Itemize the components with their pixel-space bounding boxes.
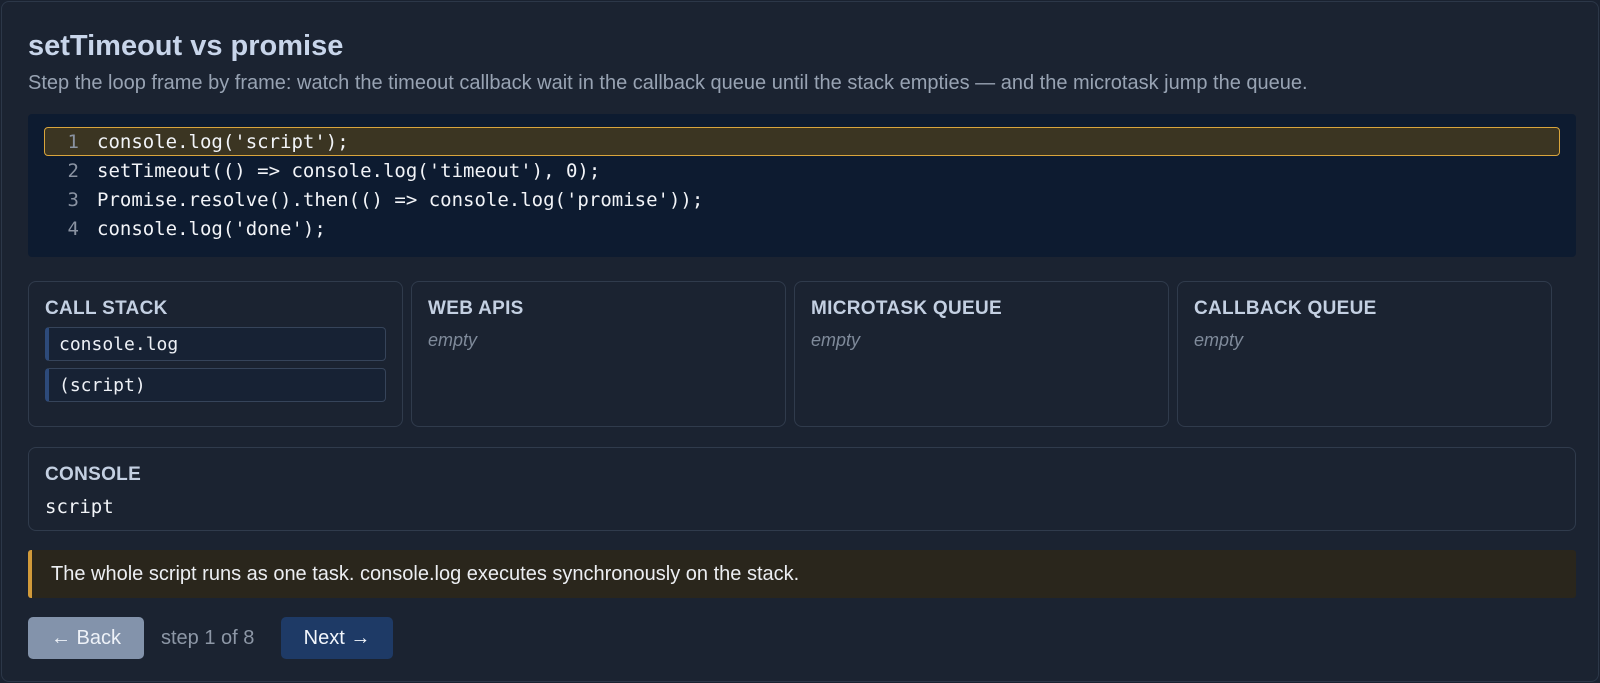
callback-queue-empty: empty — [1194, 330, 1244, 350]
web-apis-empty: empty — [428, 330, 478, 350]
next-button[interactable]: Next → — [281, 617, 393, 659]
back-button[interactable]: ← Back — [28, 617, 144, 659]
call-stack-title: CALL STACK — [45, 298, 168, 319]
stack-frame: console.log — [45, 327, 386, 361]
microtask-queue-title: MICROTASK QUEUE — [811, 298, 1002, 319]
line-code: console.log('script'); — [97, 130, 349, 153]
code-line-1: 1 console.log('script'); — [44, 127, 1560, 156]
console-panel: CONSOLE script — [28, 447, 1576, 531]
code-block: 1 console.log('script'); 2 setTimeout(()… — [28, 114, 1576, 257]
code-line-2: 2 setTimeout(() => console.log('timeout'… — [44, 156, 1560, 185]
step-explanation: The whole script runs as one task. conso… — [28, 550, 1576, 598]
web-apis-title: WEB APIS — [428, 298, 524, 319]
microtask-queue-panel: MICROTASK QUEUE empty — [794, 281, 1169, 427]
line-number: 3 — [67, 188, 79, 211]
line-code: setTimeout(() => console.log('timeout'),… — [97, 159, 601, 182]
callback-queue-title: CALLBACK QUEUE — [1194, 298, 1377, 319]
web-apis-panel: WEB APIS empty — [411, 281, 786, 427]
step-indicator: step 1 of 8 — [161, 627, 255, 649]
visualizer-container: setTimeout vs promise Step the loop fram… — [1, 1, 1599, 682]
console-title: CONSOLE — [45, 464, 142, 485]
line-code: console.log('done'); — [97, 217, 326, 240]
line-number: 1 — [67, 130, 79, 153]
code-line-3: 3 Promise.resolve().then(() => console.l… — [44, 185, 1560, 214]
call-stack-panel: CALL STACK console.log (script) — [28, 281, 403, 427]
stack-frame: (script) — [45, 368, 386, 402]
line-code: Promise.resolve().then(() => console.log… — [97, 188, 704, 211]
page-title: setTimeout vs promise — [28, 30, 344, 62]
console-output: script — [45, 496, 114, 518]
page-subtitle: Step the loop frame by frame: watch the … — [28, 72, 1308, 94]
code-line-4: 4 console.log('done'); — [44, 214, 1560, 243]
microtask-queue-empty: empty — [811, 330, 861, 350]
line-number: 2 — [67, 159, 79, 182]
line-number: 4 — [67, 217, 79, 240]
callback-queue-panel: CALLBACK QUEUE empty — [1177, 281, 1552, 427]
